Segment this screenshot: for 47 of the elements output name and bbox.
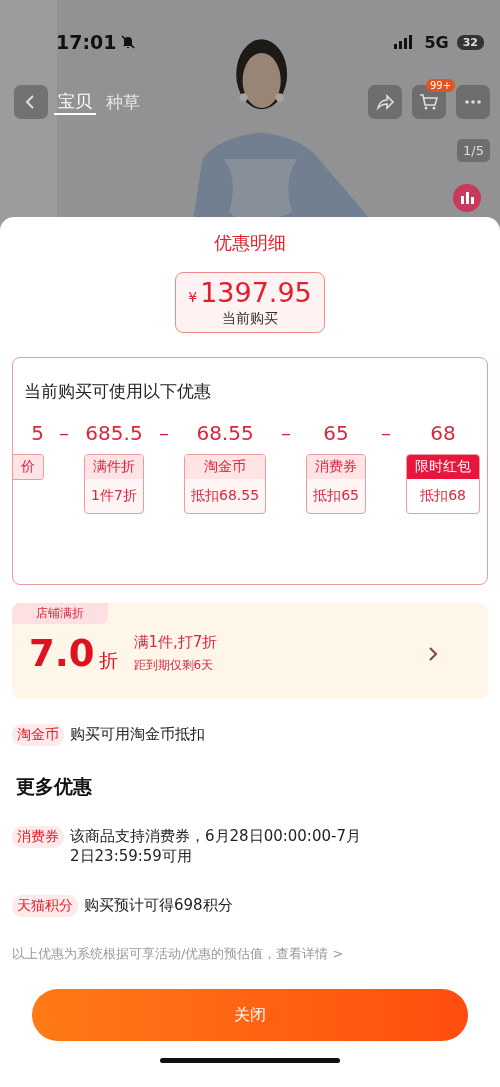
minus-sign: –: [380, 420, 393, 446]
back-button[interactable]: [14, 85, 48, 119]
benefit-text: 购买预计可得698积分: [84, 895, 233, 915]
discount-unit: 折: [98, 647, 118, 673]
cart-icon: [419, 92, 439, 112]
discount-value: 7.0: [29, 632, 95, 675]
discount-tag: 淘金币 抵扣68.55: [184, 454, 267, 514]
bell-muted-icon: [120, 34, 137, 50]
benefit-tag: 天猫积分: [12, 895, 78, 917]
expiry-text: 距到期仅剩6天: [133, 657, 215, 674]
minus-sign: –: [280, 420, 293, 446]
store-badge: 店铺满折: [12, 603, 108, 624]
more-button[interactable]: [456, 85, 490, 119]
discount-amount: 68: [430, 420, 456, 446]
status-time: 17:01: [56, 31, 117, 53]
disclaimer-link[interactable]: 以上优惠为系统根据可享活动/优惠的预估值，查看详情 >: [12, 945, 488, 963]
benefit-tag: 消费券: [12, 826, 64, 848]
page-indicator: 1/5: [457, 139, 490, 162]
share-icon: [375, 92, 395, 112]
minus-sign: –: [158, 420, 170, 446]
benefit-text: 该商品支持消费券，6月28日00:00:00-7月2日23:59:59可用: [70, 826, 362, 866]
nav-tab[interactable]: 宝贝: [54, 89, 96, 115]
discount-amount: 68.55: [196, 420, 254, 446]
discount-amount: 5: [31, 420, 44, 446]
chevron-right-icon: [428, 645, 438, 662]
chart-button[interactable]: [452, 183, 482, 213]
sheet-title: 优惠明细: [213, 231, 287, 255]
more-icon: [465, 100, 481, 104]
price-label: 当前购买: [221, 310, 279, 328]
benefit-text: 购买可用淘金币抵扣: [70, 724, 205, 744]
discount-tag: 价: [13, 454, 44, 480]
minus-sign: –: [58, 420, 70, 446]
discount-rule: 满1件,打7折: [133, 633, 218, 652]
nav-tab[interactable]: 种草: [102, 90, 144, 114]
discount-tag: 消费券 抵扣65: [306, 454, 367, 514]
current-price: ¥1397.95: [188, 277, 312, 308]
discount-amount: 685.5: [85, 420, 143, 446]
share-button[interactable]: [368, 85, 402, 119]
panel-heading: 当前购买可使用以下优惠: [24, 380, 212, 403]
discount-tag: 满件折 1件7折: [84, 454, 144, 514]
network-label: 5G: [424, 32, 449, 52]
section-heading: 更多优惠: [16, 774, 93, 799]
benefit-tag: 淘金币: [12, 724, 64, 746]
discount-tag: 限时红包 抵扣68: [406, 454, 481, 514]
discount-amount: 65: [323, 420, 349, 446]
close-button[interactable]: 关闭: [32, 989, 468, 1041]
store-discount-card[interactable]: 店铺满折 7.0 折 满1件,打7折 距到期仅剩6天: [12, 603, 488, 699]
